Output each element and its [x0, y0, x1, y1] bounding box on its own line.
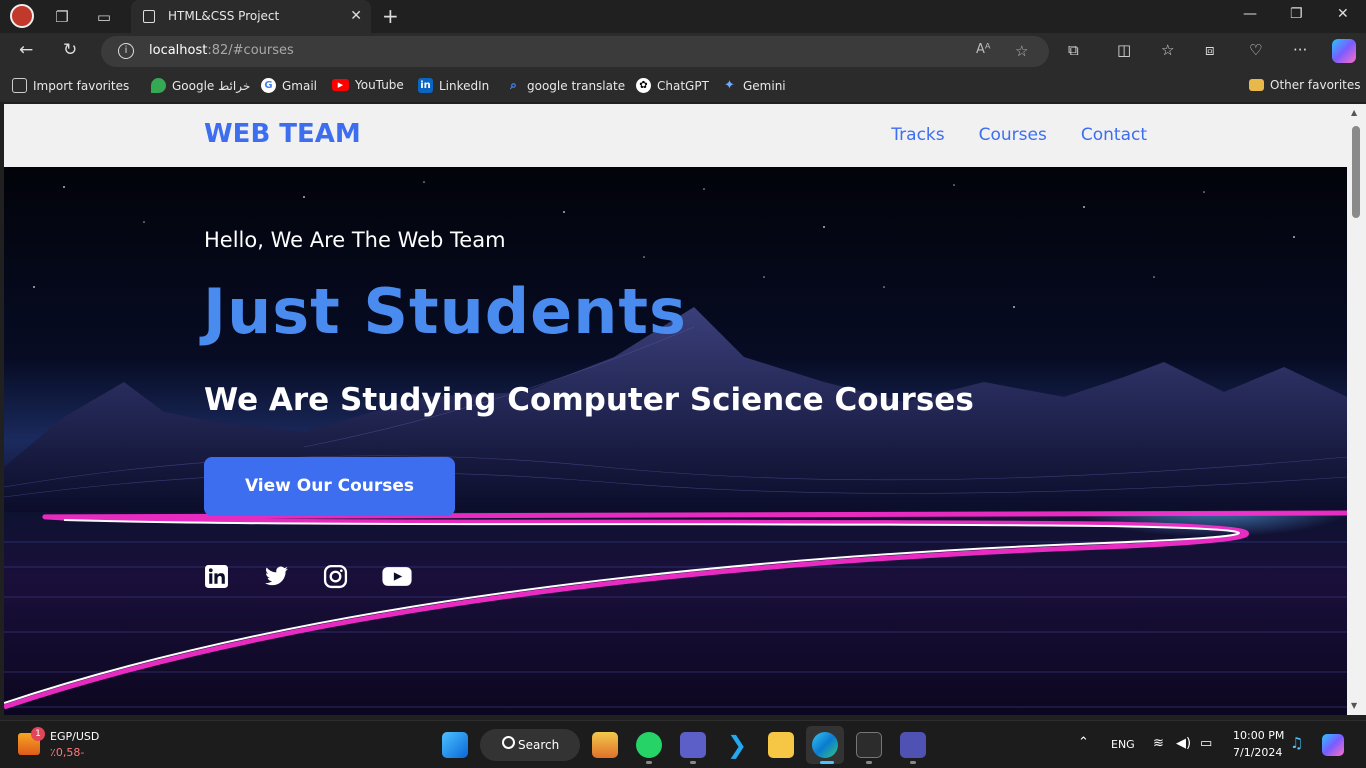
collections-icon[interactable]: ⧈ [1205, 41, 1215, 59]
page-icon [143, 10, 155, 23]
split-screen-icon[interactable]: ◫ [1117, 41, 1131, 59]
view-courses-button[interactable]: View Our Courses [204, 457, 455, 516]
linkedin-icon: in [418, 78, 433, 93]
running-indicator [646, 761, 652, 764]
minimize-icon[interactable]: — [1243, 6, 1257, 22]
favorites-icon[interactable]: ☆ [1161, 41, 1174, 59]
site-info-icon[interactable]: i [118, 43, 134, 59]
fav-gemini[interactable]: ✦ Gemini [722, 78, 786, 93]
new-tab-button[interactable]: + [382, 4, 399, 28]
profile-avatar[interactable] [10, 4, 34, 28]
favorites-bar: Import favorites Google خرائط G Gmail ▶ Yo… [0, 70, 1366, 102]
site-nav: Tracks Courses Contact [891, 125, 1147, 145]
youtube-icon[interactable] [382, 564, 412, 589]
fav-google-maps[interactable]: Google خرائط [151, 78, 250, 93]
nav-link-courses[interactable]: Courses [979, 125, 1047, 145]
hero-section: Hello, We Are The Web Team Just Students… [4, 167, 1347, 715]
google-maps-icon [151, 78, 166, 93]
notification-bell-icon[interactable]: ♫ [1290, 734, 1303, 752]
show-hidden-icons-icon[interactable]: ⌃ [1078, 735, 1089, 750]
address-toolbar: ← ↻ i localhost:82/#courses Aᴬ ☆ ⧉ ◫ ☆ ⧈… [0, 33, 1366, 70]
search-icon [502, 736, 515, 749]
restore-icon[interactable]: ❐ [1290, 6, 1303, 22]
hero-headline: Just Students [203, 275, 687, 348]
teams-new-icon[interactable] [680, 732, 706, 758]
tab-html-css-project[interactable]: HTML&CSS Project ✕ [131, 0, 371, 33]
chatgpt-icon: ✿ [636, 78, 651, 93]
start-windows-icon[interactable] [442, 732, 468, 758]
fav-youtube[interactable]: ▶ YouTube [332, 78, 404, 92]
site-header: WEB TEAM Tracks Courses Contact [4, 104, 1347, 167]
page-viewport: WEB TEAM Tracks Courses Contact Hello, W… [4, 104, 1347, 715]
fav-import-favorites[interactable]: Import favorites [12, 78, 129, 93]
microsoft-store-icon[interactable] [592, 732, 618, 758]
running-indicator [690, 761, 696, 764]
running-indicator [910, 761, 916, 764]
teams-icon[interactable] [900, 732, 926, 758]
file-explorer-icon[interactable] [768, 732, 794, 758]
fav-google-translate[interactable]: ⌕ google translate [506, 78, 625, 93]
battery-icon[interactable]: ▭ [1200, 736, 1212, 751]
edge-icon[interactable] [812, 732, 838, 758]
linkedin-icon[interactable] [204, 564, 229, 589]
scroll-down-icon[interactable]: ▼ [1351, 701, 1357, 710]
tab-title: HTML&CSS Project [168, 9, 280, 23]
more-options-icon[interactable]: ··· [1293, 41, 1307, 59]
hero-subheadline: We Are Studying Computer Science Courses [204, 382, 974, 418]
widget-value: ٪0,58- [50, 746, 85, 759]
fav-chatgpt[interactable]: ✿ ChatGPT [636, 78, 709, 93]
vscode-icon[interactable]: ❯ [724, 732, 750, 758]
fav-other-favorites[interactable]: Other favorites [1249, 78, 1361, 92]
running-indicator [866, 761, 872, 764]
copilot-icon[interactable] [1332, 39, 1356, 63]
site-logo[interactable]: WEB TEAM [204, 119, 361, 149]
import-icon [12, 78, 27, 93]
favorite-star-icon[interactable]: ☆ [1015, 42, 1028, 60]
fav-linkedin[interactable]: in LinkedIn [418, 78, 489, 93]
url-text[interactable]: localhost:82/#courses [149, 43, 294, 58]
google-icon: G [261, 78, 276, 93]
hero-greeting: Hello, We Are The Web Team [204, 228, 506, 252]
volume-icon[interactable]: ◀) [1176, 736, 1191, 751]
page-scrollbar[interactable]: ▲ ▼ [1347, 104, 1366, 715]
windows-taskbar: 1 EGP/USD ٪0,58- Search ❯ ⌃ ENG ≋ ◀) ▭ 1… [0, 720, 1366, 768]
search-icon: ⌕ [510, 78, 517, 92]
language-indicator[interactable]: ENG [1111, 738, 1135, 751]
workspaces-icon[interactable]: ❐ [51, 6, 73, 28]
tab-actions-icon[interactable]: ▭ [93, 6, 115, 28]
gemini-icon: ✦ [724, 78, 735, 93]
nav-link-tracks[interactable]: Tracks [891, 125, 944, 145]
taskbar-search[interactable]: Search [480, 729, 580, 761]
browser-essentials-icon[interactable]: ♡ [1249, 41, 1262, 59]
refresh-icon[interactable]: ↻ [63, 40, 77, 60]
wifi-icon[interactable]: ≋ [1153, 736, 1164, 751]
instagram-icon[interactable] [323, 564, 348, 589]
scrollbar-thumb[interactable] [1352, 126, 1360, 218]
clock-date[interactable]: 7/1/2024 [1233, 746, 1282, 759]
close-window-icon[interactable]: ✕ [1337, 6, 1349, 22]
clock-time[interactable]: 10:00 PM [1233, 729, 1284, 742]
twitter-icon[interactable] [262, 564, 291, 589]
notification-badge: 1 [31, 727, 45, 741]
whatsapp-icon[interactable] [636, 732, 662, 758]
extensions-icon[interactable]: ⧉ [1068, 41, 1079, 59]
widget-title[interactable]: EGP/USD [50, 730, 99, 743]
nav-link-contact[interactable]: Contact [1081, 125, 1147, 145]
folder-icon [1249, 79, 1264, 91]
close-tab-icon[interactable]: ✕ [350, 8, 362, 24]
copilot-taskbar-icon[interactable] [1322, 734, 1344, 756]
browser-titlebar: ❐ ▭ HTML&CSS Project ✕ + — ❐ ✕ [0, 0, 1366, 33]
read-aloud-icon[interactable]: Aᴬ [976, 42, 991, 57]
fav-gmail[interactable]: G Gmail [261, 78, 317, 93]
terminal-icon[interactable] [856, 732, 882, 758]
youtube-icon: ▶ [332, 79, 349, 91]
back-icon[interactable]: ← [19, 40, 33, 60]
address-bar[interactable]: i localhost:82/#courses Aᴬ ☆ [101, 36, 1049, 67]
active-indicator [820, 761, 834, 764]
scroll-up-icon[interactable]: ▲ [1351, 108, 1357, 117]
